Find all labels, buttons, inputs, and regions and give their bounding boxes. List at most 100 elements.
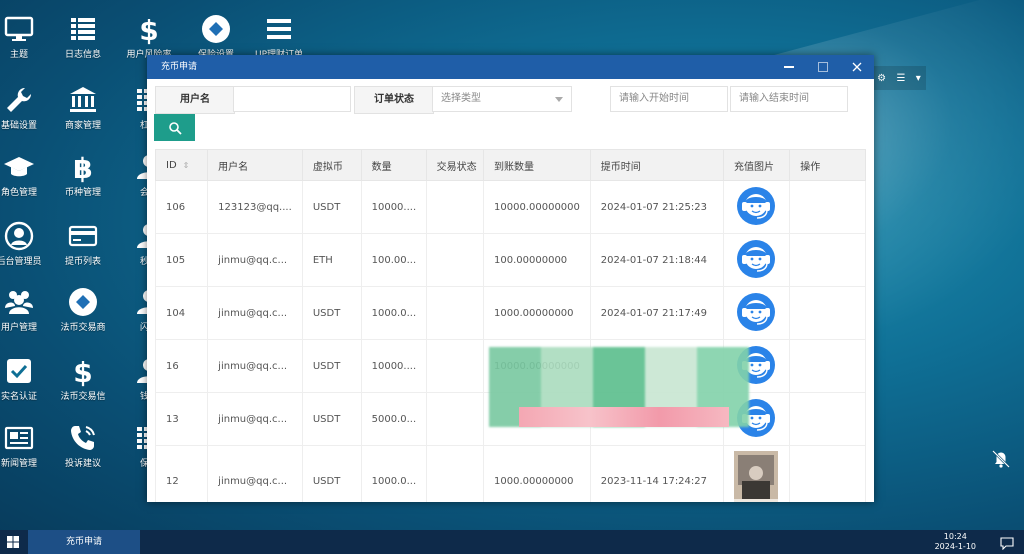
- desktop-icon[interactable]: 日志信息: [50, 5, 116, 71]
- maximize-icon: [818, 62, 828, 72]
- desktop-icon[interactable]: 法币交易商: [50, 278, 116, 344]
- desktop-icon-label: 法币交易商: [60, 323, 106, 333]
- svg-text:฿: ฿: [73, 152, 92, 183]
- checkbox-icon: [3, 355, 35, 387]
- search-button[interactable]: [154, 114, 195, 141]
- desktop-icon[interactable]: ฿ 币种管理: [50, 143, 116, 209]
- column-header-label: ID: [166, 159, 177, 171]
- cell-time: 2023-11-14 17:24:27: [589, 445, 725, 502]
- column-header[interactable]: ID ⇕: [154, 149, 209, 181]
- cell-user: jinmu@qq.c...: [207, 286, 303, 340]
- column-header: 提币时间: [589, 149, 725, 181]
- column-header-label: 提币时间: [600, 161, 641, 173]
- start-time-input[interactable]: 请输入开始时间: [610, 86, 728, 112]
- table-row[interactable]: 12 jinmu@qq.c... USDT 1000.0... 1000.0000000…: [154, 445, 866, 502]
- username-label: 用户名: [155, 86, 235, 114]
- bitcoin-icon: ฿: [67, 151, 99, 185]
- cell-qty: 100.00...: [360, 233, 427, 287]
- taskbar-clock[interactable]: 10:24 2024-1-10: [935, 532, 976, 552]
- graduation-cap-icon: [3, 151, 35, 183]
- cell-status: [425, 445, 485, 502]
- desktop-icon-label: 法币交易信: [60, 392, 106, 402]
- menu-icon: [263, 13, 295, 45]
- desktop-icon[interactable]: 投诉建议: [50, 414, 116, 480]
- desktop-icon[interactable]: 基础设置: [0, 76, 52, 142]
- chevron-down-icon[interactable]: ▾: [916, 73, 921, 84]
- column-header: 交易状态: [425, 149, 485, 181]
- monitor-icon: [3, 13, 35, 45]
- search-icon: [168, 121, 182, 135]
- windows-logo-icon: [7, 536, 19, 548]
- cell-actions[interactable]: [789, 286, 866, 340]
- floating-toolbar[interactable]: ⚙ ☰ ▾: [872, 66, 926, 90]
- credit-card-icon: [67, 220, 99, 252]
- menu-icon[interactable]: ☰: [896, 73, 905, 84]
- cell-status: [425, 180, 485, 234]
- cell-arrived: 1000.00000000: [483, 445, 591, 502]
- desktop-icon[interactable]: 用户管理: [0, 278, 52, 344]
- column-header: 操作: [789, 149, 866, 181]
- support-avatar-icon: [737, 186, 776, 225]
- cell-actions[interactable]: [789, 180, 866, 234]
- filter-bar: 用户名 订单状态 选择类型 请输入开始时间 请输入结束时间: [155, 86, 866, 114]
- recharge-image-cell[interactable]: [723, 286, 791, 340]
- window-title: 充币申请: [161, 62, 198, 72]
- minimize-button[interactable]: [772, 55, 806, 79]
- recharge-image-cell[interactable]: [723, 233, 791, 287]
- cell-coin: USDT: [301, 286, 362, 340]
- cell-actions[interactable]: [789, 445, 866, 502]
- clock-time: 10:24: [943, 532, 967, 541]
- close-button[interactable]: [840, 55, 874, 79]
- maximize-button[interactable]: [806, 55, 840, 79]
- desktop-icon[interactable]: 新闻管理: [0, 414, 52, 480]
- recharge-image-cell[interactable]: [723, 180, 791, 234]
- recharge-image-cell[interactable]: [723, 445, 791, 502]
- desktop-icon[interactable]: 提币列表: [50, 212, 116, 278]
- window-titlebar[interactable]: 充币申请: [147, 55, 874, 79]
- column-header: 充值图片: [723, 149, 791, 181]
- dollar-icon: $: [133, 13, 165, 47]
- order-status-select[interactable]: 选择类型: [432, 86, 572, 112]
- username-input[interactable]: [233, 86, 351, 112]
- desktop-icon[interactable]: $ 法币交易信: [50, 347, 116, 413]
- table-row[interactable]: 104 jinmu@qq.c... USDT 1000.0... 1000.000000…: [154, 286, 866, 340]
- desktop-icon-label: 实名认证: [0, 392, 37, 402]
- desktop-icon[interactable]: 商家管理: [50, 76, 116, 142]
- column-header-label: 交易状态: [436, 161, 477, 173]
- desktop-icon[interactable]: 主题: [0, 5, 52, 71]
- start-button[interactable]: [0, 530, 26, 554]
- chat-icon[interactable]: [1000, 535, 1014, 554]
- notification-muted-icon[interactable]: [990, 448, 1012, 474]
- desktop-icon-label: 后台管理员: [0, 257, 42, 267]
- desktop-icon[interactable]: 后台管理员: [0, 212, 52, 278]
- clock-date: 2024-1-10: [934, 542, 976, 551]
- end-time-input[interactable]: 请输入结束时间: [730, 86, 848, 112]
- user-circle-icon: [3, 220, 35, 252]
- cell-actions[interactable]: [789, 392, 866, 446]
- gear-icon[interactable]: ⚙: [877, 73, 886, 84]
- cell-qty: 1000.0...: [360, 445, 427, 502]
- cell-user: jinmu@qq.c...: [207, 339, 303, 393]
- cell-time: 2024-01-07 21:17:49: [589, 286, 725, 340]
- cell-actions[interactable]: [789, 233, 866, 287]
- cell-qty: 1000.0...: [360, 286, 427, 340]
- cell-actions[interactable]: [789, 339, 866, 393]
- recharge-request-window: 充币申请 用户名 订单状态 选择类型 请输入开始时间 请输入结束时间 ID ⇕ …: [147, 55, 874, 502]
- sort-icon[interactable]: ⇕: [183, 161, 190, 170]
- desktop-icon-label: 投诉建议: [64, 459, 101, 469]
- cell-coin: USDT: [301, 339, 362, 393]
- table-row[interactable]: 105 jinmu@qq.c... ETH 100.00... 100.00000000…: [154, 233, 866, 287]
- desktop-icon-label: 基础设置: [0, 121, 37, 131]
- cell-status: [425, 233, 485, 287]
- desktop-icon[interactable]: 实名认证: [0, 347, 52, 413]
- desktop-icon[interactable]: 角色管理: [0, 143, 52, 209]
- column-header-label: 数量: [371, 161, 392, 173]
- coin-logo-icon: [200, 13, 232, 45]
- column-header: 用户名: [207, 149, 303, 181]
- cell-coin: USDT: [301, 180, 362, 234]
- order-status-placeholder: 选择类型: [441, 93, 481, 104]
- taskbar-item-recharge[interactable]: 充币申请: [28, 530, 140, 554]
- users-icon: [3, 286, 35, 318]
- support-avatar-icon: [737, 239, 776, 278]
- table-row[interactable]: 106 123123@qq.... USDT 10000.... 10000.00000…: [154, 180, 866, 234]
